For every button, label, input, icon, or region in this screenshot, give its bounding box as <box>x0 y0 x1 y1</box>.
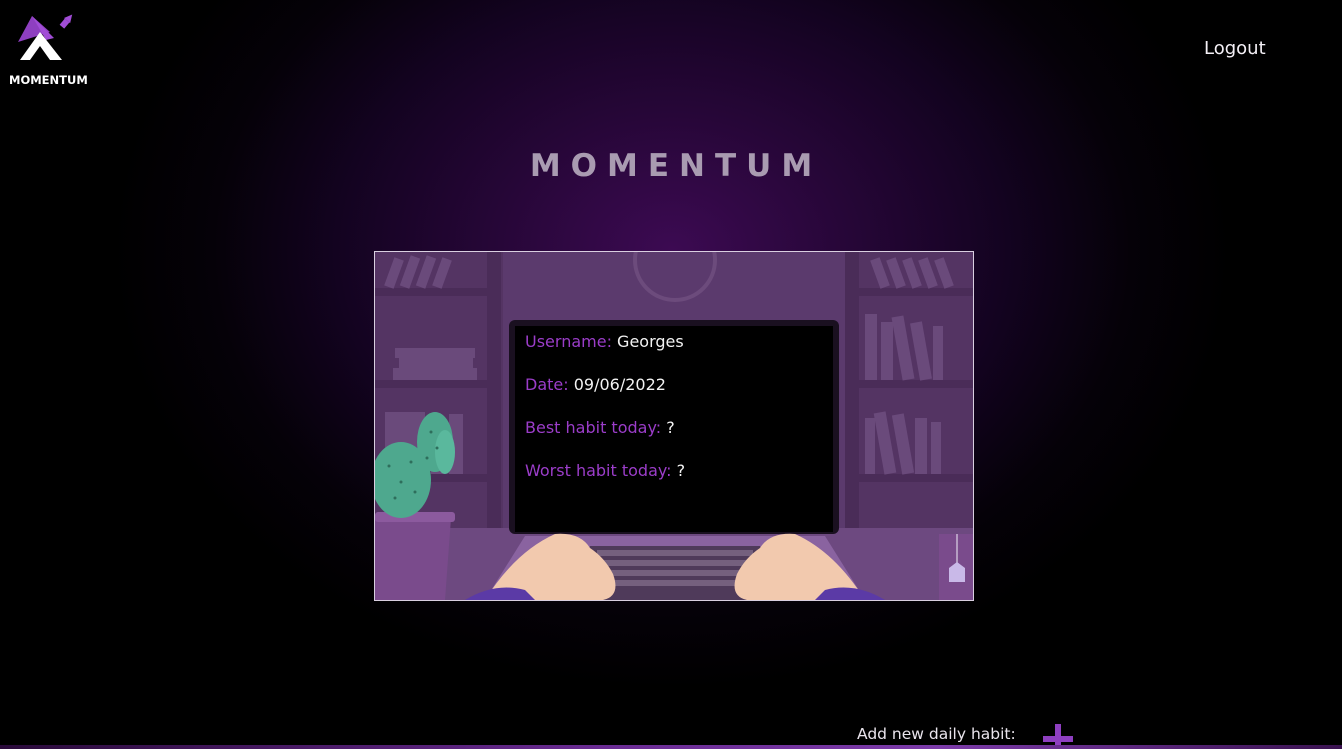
logo-mountain-icon <box>18 14 73 60</box>
best-habit-label: Best habit today: <box>525 418 662 437</box>
best-habit-row: Best habit today: ? <box>525 418 825 461</box>
date-label: Date: <box>525 375 569 394</box>
worst-habit-value: ? <box>676 461 686 480</box>
username-value: Georges <box>617 332 684 351</box>
page-title: MOMENTUM <box>529 148 823 184</box>
worst-habit-row: Worst habit today: ? <box>525 461 825 504</box>
bottom-divider <box>0 745 1342 749</box>
profile-card: Username: Georges Date: 09/06/2022 Best … <box>374 251 974 601</box>
username-row: Username: Georges <box>525 332 825 375</box>
worst-habit-label: Worst habit today: <box>525 461 672 480</box>
add-habit-row: Add new daily habit: <box>857 724 1073 749</box>
username-label: Username: <box>525 332 612 351</box>
best-habit-value: ? <box>666 418 675 437</box>
brand-logo[interactable]: MOMENTUM <box>8 12 88 90</box>
date-row: Date: 09/06/2022 <box>525 375 825 418</box>
profile-info: Username: Georges Date: 09/06/2022 Best … <box>525 332 825 504</box>
add-habit-label: Add new daily habit: <box>857 725 1016 743</box>
logout-link[interactable]: Logout <box>1204 38 1266 59</box>
date-value: 09/06/2022 <box>573 375 666 394</box>
logo-text: MOMENTUM <box>9 73 88 87</box>
